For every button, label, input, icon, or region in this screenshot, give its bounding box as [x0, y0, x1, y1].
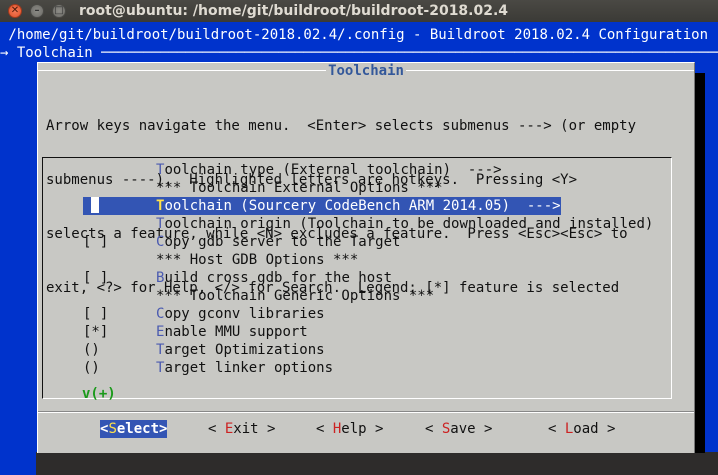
menu-item-label: oolchain (Sourcery CodeBench ARM 2014.05… — [164, 198, 561, 214]
breadcrumb: → Toolchain ────────────────────────────… — [0, 45, 718, 61]
maximize-icon[interactable]: □ — [52, 4, 66, 18]
menu-item-label: arget linker options — [164, 360, 334, 376]
menu-item[interactable]: [ ] Build cross gdb for the host — [83, 269, 392, 287]
close-icon[interactable]: ✕ — [8, 4, 22, 18]
terminal-margin — [0, 452, 718, 475]
menuconfig-dialog: Toolchain Arrow keys navigate the menu. … — [37, 62, 695, 453]
menu-item-label: uild cross gdb for the host — [164, 270, 393, 286]
cursor-block — [91, 197, 99, 213]
button-bracket: < — [208, 421, 225, 437]
menu-item[interactable]: *** Toolchain Generic Options *** — [83, 287, 434, 305]
dialog-title-wrap: Toolchain — [38, 63, 694, 79]
button-bracket: > — [366, 421, 384, 437]
menu-item-label: oolchain type (External toolchain) ---> — [164, 162, 502, 178]
menu-item-prefix: () — [83, 360, 100, 376]
menu-item-label: oolchain origin (Toolchain to be downloa… — [164, 216, 654, 232]
menu-item-label: *** Toolchain External Options *** — [156, 180, 443, 196]
button-hotkey: S — [108, 421, 117, 437]
menu-item-label: *** Host GDB Options *** — [156, 252, 359, 268]
button-bracket: > — [159, 421, 168, 437]
terminal-margin-left — [0, 452, 36, 475]
menu-item[interactable]: [ ] Copy gconv libraries — [83, 305, 325, 323]
help-button[interactable]: < Help > — [316, 420, 383, 438]
button-label: xit — [233, 421, 259, 437]
menu-item-prefix: [ ] — [83, 306, 109, 322]
menu-item[interactable]: () Target linker options — [83, 359, 333, 377]
button-bracket: > — [475, 421, 493, 437]
button-label: elect — [116, 421, 160, 437]
menu-item[interactable]: () Target Optimizations — [83, 341, 325, 359]
menu-item-label: nable MMU support — [164, 324, 308, 340]
button-label: oad — [573, 421, 599, 437]
window-titlebar: ✕ – □ root@ubuntu: /home/git/buildroot/b… — [0, 0, 718, 22]
menu-item-prefix: [ ] — [83, 234, 109, 250]
menu-item[interactable]: [ ] Copy gdb server to the Target — [83, 233, 400, 251]
button-label: elp — [341, 421, 367, 437]
button-label: ave — [450, 421, 476, 437]
menu-item[interactable]: [*] Enable MMU support — [83, 323, 308, 341]
help-line: Arrow keys navigate the menu. <Enter> se… — [46, 118, 637, 134]
button-divider — [38, 412, 694, 413]
button-bracket: > — [258, 421, 276, 437]
exit-button[interactable]: < Exit > — [208, 420, 275, 438]
menu-item-label: *** Toolchain Generic Options *** — [156, 288, 435, 304]
menu-list[interactable]: Toolchain type (External toolchain) --->… — [42, 157, 672, 399]
menu-item-label: arget Optimizations — [164, 342, 325, 358]
load-button[interactable]: < Load > — [548, 420, 615, 438]
menu-item[interactable]: Toolchain (Sourcery CodeBench ARM 2014.0… — [83, 197, 561, 215]
save-button[interactable]: < Save > — [425, 420, 492, 438]
window-title: root@ubuntu: /home/git/buildroot/buildro… — [79, 3, 509, 19]
menu-item-label: opy gconv libraries — [164, 306, 325, 322]
menu-item-prefix: () — [83, 342, 100, 358]
menu-item-prefix — [83, 197, 156, 215]
button-bracket: < — [316, 421, 333, 437]
button-bracket: > — [598, 421, 616, 437]
select-button[interactable]: <Select> — [100, 420, 168, 438]
menu-item[interactable]: Toolchain type (External toolchain) ---> — [83, 161, 502, 179]
menu-item[interactable]: *** Host GDB Options *** — [83, 251, 358, 269]
menu-item-label: opy gdb server to the Target — [164, 234, 401, 250]
config-path-header: /home/git/buildroot/buildroot-2018.02.4/… — [0, 27, 709, 43]
minimize-icon[interactable]: – — [30, 4, 44, 18]
button-bracket: < — [425, 421, 442, 437]
menu-item[interactable]: *** Toolchain External Options *** — [83, 179, 443, 197]
menu-item-prefix: [*] — [83, 324, 109, 340]
menu-item[interactable]: Toolchain origin (Toolchain to be downlo… — [83, 215, 653, 233]
more-indicator: v(+) — [82, 386, 116, 402]
dialog-title: Toolchain — [326, 63, 406, 79]
button-bracket: < — [548, 421, 565, 437]
menu-item-prefix: [ ] — [83, 270, 109, 286]
